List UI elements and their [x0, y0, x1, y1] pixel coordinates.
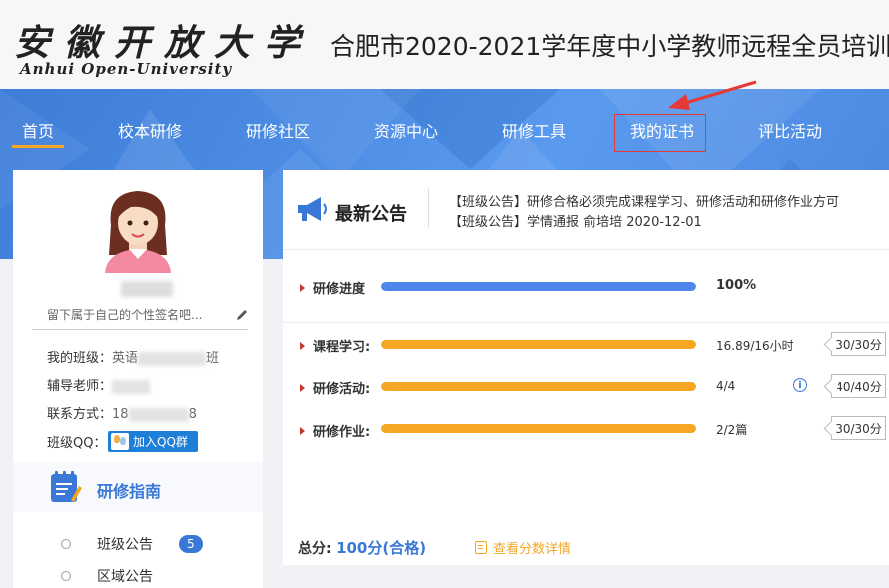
triangle-bullet-icon — [300, 283, 305, 292]
guide-notepad-icon — [51, 471, 82, 502]
announcement-title: 最新公告 — [335, 204, 407, 225]
megaphone-icon — [298, 197, 327, 221]
class-row: 我的班级：英语 班 — [47, 347, 219, 366]
activities-value: 4/4 — [716, 379, 736, 393]
course-study-bar — [381, 340, 696, 349]
overall-progress-value: 100% — [716, 278, 757, 293]
triangle-bullet-icon — [300, 341, 305, 350]
nav-item-resources[interactable]: 资源中心 — [374, 118, 438, 142]
class-value-suffix: 班 — [206, 351, 220, 366]
tutor-row: 辅导老师： — [47, 375, 151, 394]
activities-label: 研修活动: — [300, 378, 370, 397]
signature-text[interactable]: 留下属于自己的个性签名吧... — [47, 306, 202, 323]
info-icon[interactable]: i — [793, 378, 807, 392]
contact-label: 联系方式： — [47, 407, 113, 422]
annotation-arrow-icon — [668, 80, 757, 110]
qq-group-icon — [111, 433, 129, 450]
guide-item-region-announcements[interactable]: 区域公告 — [61, 566, 153, 586]
homework-score: 30/30分 — [831, 416, 886, 440]
announcement-item-2[interactable]: 【班级公告】学情通报 俞培培 2020-12-01 — [449, 211, 702, 230]
section-divider — [283, 249, 889, 250]
contact-redacted — [128, 407, 189, 422]
training-guide-card: 研修指南 班级公告 5 区域公告 — [13, 462, 263, 588]
join-qq-group-button[interactable]: 加入QQ群 — [108, 431, 198, 452]
class-value-prefix: 英语 — [112, 351, 139, 366]
guide-header: 研修指南 — [13, 462, 263, 512]
nav-active-underline — [12, 145, 64, 148]
activities-fill — [381, 382, 696, 391]
announcement-item-1[interactable]: 【班级公告】研修合格必须完成课程学习、研修活动和研修作业方可 — [449, 191, 839, 210]
total-score-label: 总分: — [298, 541, 332, 557]
total-score-value: 100分(合格) — [336, 539, 427, 557]
activities-bar — [381, 382, 696, 391]
overall-progress-label: 研修进度 — [300, 278, 365, 297]
guide-item-class-announcements[interactable]: 班级公告 5 — [61, 534, 203, 554]
profile-card: 留下属于自己的个性签名吧... 我的班级：英语班 辅导老师： 联系方式：18 8 … — [13, 170, 263, 468]
homework-value: 2/2篇 — [716, 423, 748, 437]
homework-bar — [381, 424, 696, 433]
user-name-redacted — [121, 281, 173, 297]
contact-suffix: 8 — [188, 407, 197, 422]
radio-bullet — [61, 539, 71, 549]
contact-row: 联系方式：18 8 — [47, 403, 197, 422]
guide-item-label: 班级公告 — [97, 537, 153, 553]
logo-english[interactable]: Anhui Open-University — [20, 60, 232, 78]
course-study-label: 课程学习: — [300, 336, 370, 355]
highlight-box — [614, 114, 706, 152]
nav-item-home[interactable]: 首页 — [22, 118, 54, 142]
join-qq-group-label: 加入QQ群 — [133, 435, 188, 449]
homework-label: 研修作业: — [300, 421, 370, 440]
nav-item-school-training[interactable]: 校本研修 — [118, 118, 182, 142]
overall-progress-bar — [381, 282, 696, 291]
progress-label-text: 研修活动: — [313, 382, 371, 397]
logo-chinese[interactable]: 安徽开放大学 — [14, 14, 314, 66]
view-score-details-link[interactable]: 查看分数详情 — [475, 538, 571, 557]
course-study-fill — [381, 340, 696, 349]
tutor-label: 辅导老师： — [47, 379, 113, 394]
progress-label-text: 研修作业: — [313, 425, 371, 440]
homework-fill — [381, 424, 696, 433]
signature-divider — [32, 329, 248, 330]
class-redacted — [138, 351, 207, 366]
radio-bullet — [61, 571, 71, 581]
triangle-bullet-icon — [300, 383, 305, 392]
progress-label-text: 研修进度 — [313, 282, 366, 297]
nav-item-evaluation[interactable]: 评比活动 — [758, 118, 822, 142]
nav-item-community[interactable]: 研修社区 — [246, 118, 310, 142]
course-study-score: 30/30分 — [831, 332, 886, 356]
class-label: 我的班级： — [47, 351, 113, 366]
site-header: 安徽开放大学 Anhui Open-University 合肥市2020-202… — [0, 0, 889, 89]
announcement-divider — [428, 188, 429, 228]
course-study-value: 16.89/16小时 — [716, 339, 794, 353]
qq-label: 班级QQ： — [47, 436, 107, 451]
activities-score: 40/40分 — [831, 374, 886, 398]
site-title: 合肥市2020-2021学年度中小学教师远程全员培训 — [330, 32, 889, 61]
main-panel: 最新公告 【班级公告】研修合格必须完成课程学习、研修活动和研修作业方可 【班级公… — [283, 170, 889, 565]
section-divider — [283, 322, 889, 323]
tutor-redacted — [112, 379, 151, 394]
total-score: 总分: 100分(合格) — [298, 537, 426, 558]
nav-item-tools[interactable]: 研修工具 — [502, 118, 566, 142]
pencil-icon[interactable] — [235, 308, 249, 322]
triangle-bullet-icon — [300, 426, 305, 435]
guide-item-label: 区域公告 — [97, 569, 153, 585]
count-badge: 5 — [179, 535, 203, 553]
document-icon — [475, 541, 487, 554]
progress-label-text: 课程学习: — [313, 340, 371, 355]
view-score-details-label: 查看分数详情 — [493, 542, 572, 557]
overall-progress-fill — [381, 282, 696, 291]
contact-prefix: 18 — [112, 407, 129, 422]
avatar[interactable] — [101, 185, 175, 273]
guide-title: 研修指南 — [97, 482, 162, 501]
